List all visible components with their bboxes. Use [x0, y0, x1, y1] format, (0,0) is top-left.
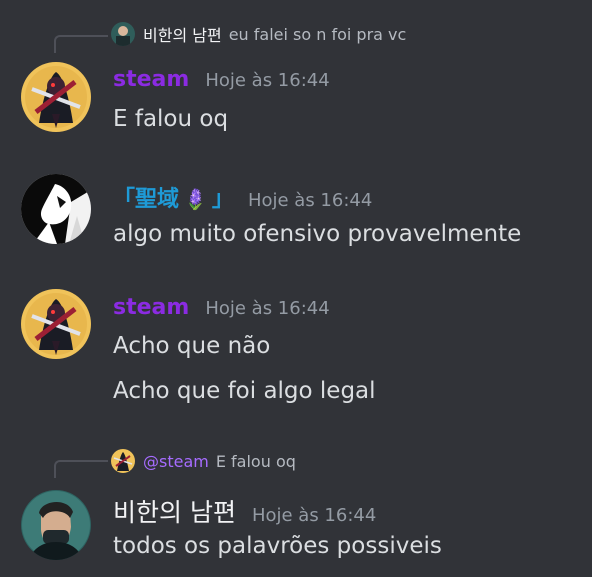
message-header: 「聖域 🪻」 Hoje às 16:44: [113, 181, 372, 213]
reply-author-name[interactable]: 비한의 남편: [143, 22, 222, 46]
timestamp: Hoje às 16:44: [247, 190, 373, 211]
author-name[interactable]: 「聖域 🪻」: [113, 181, 234, 213]
message-text: Acho que não: [113, 333, 271, 359]
reply-connector: [54, 460, 108, 478]
hyacinth-emoji-icon: 🪻: [183, 187, 208, 211]
reply-preview[interactable]: @steam E falou oq: [111, 448, 296, 474]
timestamp: Hoje às 16:44: [251, 505, 377, 526]
author-name[interactable]: steam: [113, 295, 189, 320]
message-text: Acho que foi algo legal: [113, 378, 376, 404]
author-name-suffix: 」: [211, 187, 234, 212]
message-header: steam Hoje às 16:44: [113, 67, 330, 92]
reply-preview[interactable]: 비한의 남편 eu falei so n foi pra vc: [111, 21, 406, 47]
message-text: todos os palavrões possiveis: [113, 533, 442, 559]
reply-text[interactable]: E falou oq: [216, 452, 296, 471]
avatar[interactable]: [21, 174, 91, 244]
message-header: 비한의 남편 Hoje às 16:44: [113, 493, 376, 529]
reply-connector: [54, 35, 108, 53]
avatar[interactable]: [111, 22, 135, 46]
author-name[interactable]: steam: [113, 67, 189, 92]
reply-text[interactable]: eu falei so n foi pra vc: [229, 25, 407, 44]
timestamp: Hoje às 16:44: [205, 298, 330, 319]
chat-message-list: 비한의 남편 eu falei so n foi pra vc steam Ho…: [0, 0, 592, 577]
author-name-text: 「聖域: [113, 187, 180, 212]
avatar[interactable]: [21, 62, 91, 132]
timestamp: Hoje às 16:44: [205, 70, 330, 91]
avatar[interactable]: [111, 449, 135, 473]
avatar[interactable]: [21, 289, 91, 359]
message-text: E falou oq: [113, 106, 229, 132]
author-name[interactable]: 비한의 남편: [113, 493, 236, 529]
reply-author-name[interactable]: @steam: [143, 452, 209, 471]
avatar[interactable]: [21, 490, 91, 560]
message-header: steam Hoje às 16:44: [113, 295, 330, 320]
message-text: algo muito ofensivo provavelmente: [113, 221, 522, 247]
